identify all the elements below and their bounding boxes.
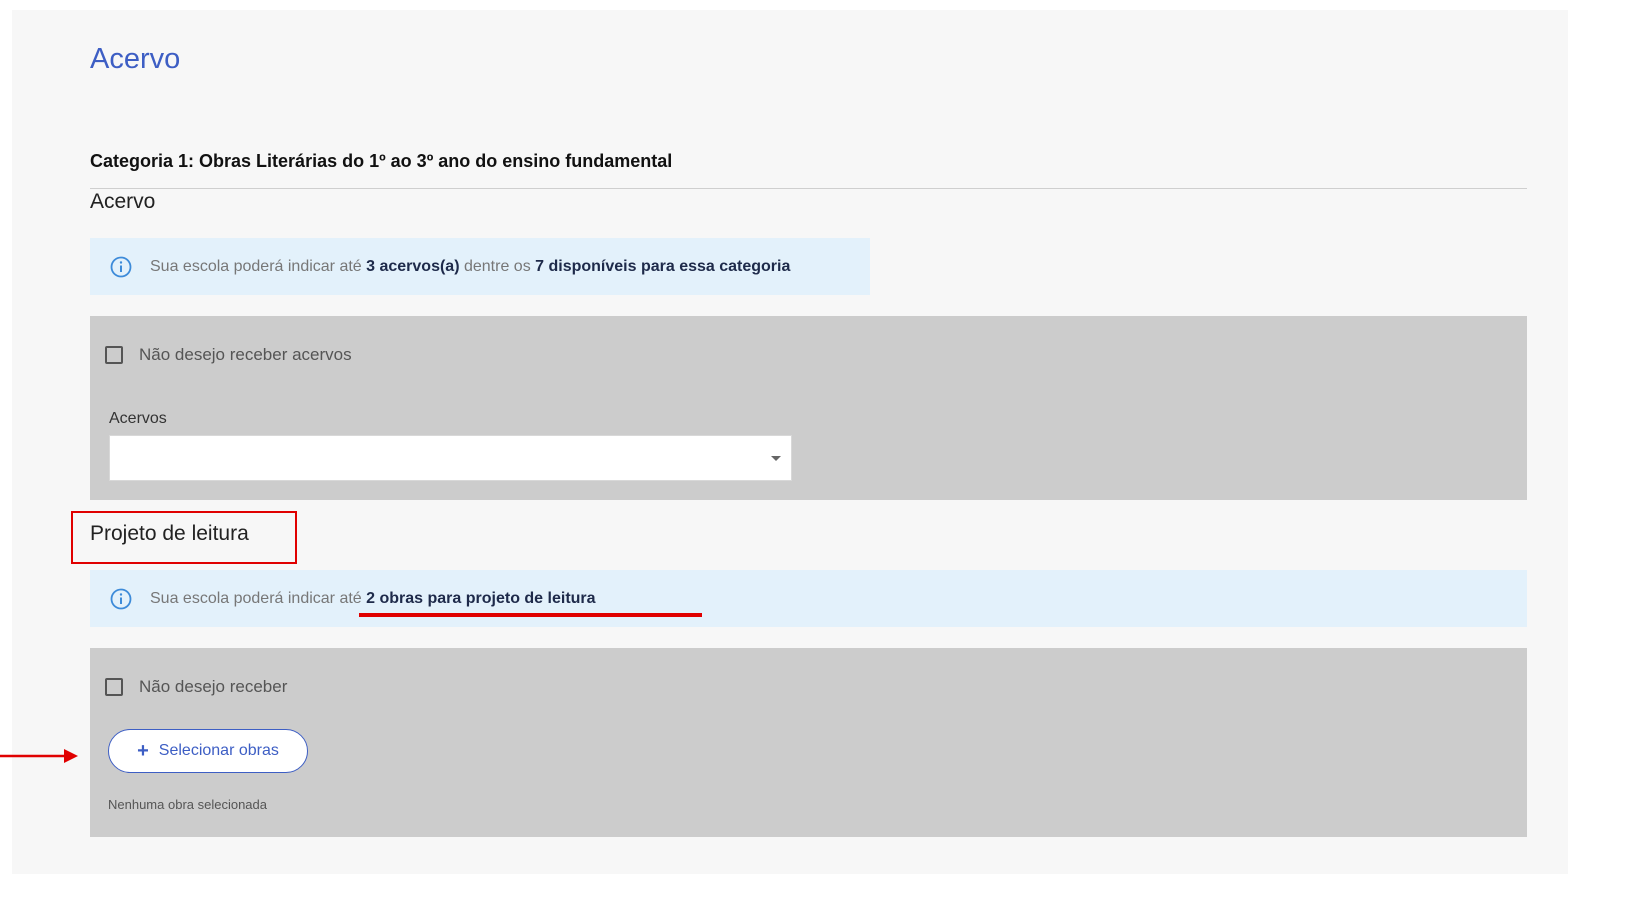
acervos-select[interactable] — [109, 435, 792, 481]
no-works-selected-hint: Nenhuma obra selecionada — [108, 797, 267, 812]
caret-down-icon — [771, 456, 781, 461]
acervo-opt-out-label: Não desejo receber acervos — [139, 345, 352, 364]
acervo-opt-out-checkbox[interactable] — [105, 346, 123, 364]
acervo-panel: Não desejo receber acervos Acervos — [90, 316, 1527, 500]
annotation-arrow-icon — [0, 749, 78, 763]
reading-project-info-text: Sua escola poderá indicar até 2 obras pa… — [150, 589, 596, 607]
plus-icon: + — [137, 740, 149, 762]
page-title: Acervo — [90, 43, 181, 75]
reading-project-info-box: Sua escola poderá indicar até 2 obras pa… — [90, 570, 1527, 627]
acervo-opt-out-row[interactable]: Não desejo receber acervos — [105, 345, 352, 365]
reading-project-opt-out-row[interactable]: Não desejo receber — [105, 677, 287, 697]
acervo-info-text: Sua escola poderá indicar até 3 acervos(… — [150, 257, 791, 275]
info-circle-icon — [110, 256, 132, 278]
annotation-underline — [359, 613, 702, 617]
acervos-field-label: Acervos — [109, 410, 167, 427]
info-circle-icon — [110, 588, 132, 610]
annotation-highlight-box — [71, 511, 297, 564]
category-title: Categoria 1: Obras Literárias do 1º ao 3… — [90, 151, 673, 171]
acervo-heading: Acervo — [90, 190, 156, 213]
select-works-label: Selecionar obras — [158, 742, 279, 759]
acervo-info-box: Sua escola poderá indicar até 3 acervos(… — [90, 238, 870, 295]
divider — [90, 188, 1527, 189]
reading-project-opt-out-checkbox[interactable] — [105, 678, 123, 696]
reading-project-opt-out-label: Não desejo receber — [139, 677, 288, 696]
select-works-button[interactable]: + Selecionar obras — [108, 729, 308, 773]
